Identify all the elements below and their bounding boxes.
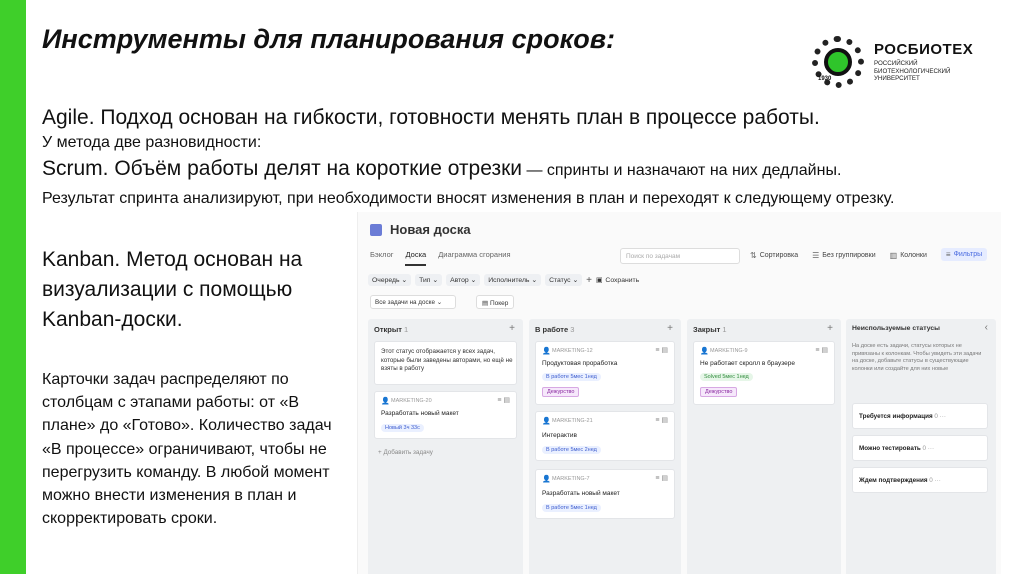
card-menu-icon[interactable]: ≡ ▤ [655,346,668,354]
logo-name: РОСБИОТЕХ [874,41,974,58]
status-badge: Новый 3ч 33с [381,424,424,432]
chip-assignee[interactable]: Исполнитель ⌄ [484,274,542,286]
board-tabs: Бэклог Доска Диаграмма сгорания [370,250,511,266]
add-task-button[interactable]: + Добавить задачу [378,449,433,456]
search-input[interactable]: Поиск по задачам [620,248,740,264]
chip-queue[interactable]: Очередь ⌄ [368,274,412,286]
subtypes-text: У метода две разновидности: [42,134,262,151]
panel-description: На доске есть задачи, статусы которых не… [852,343,982,372]
filters-label: Фильтры [953,251,983,258]
unused-status-item[interactable]: Ждем подтверждения 0 ··· [852,467,988,493]
collapse-icon[interactable]: ‹ [985,322,988,333]
logo-emblem-center [824,48,852,76]
user-icon: 👤 [381,398,390,405]
logo-year: 1930 [818,76,832,82]
tab-board[interactable]: Доска [405,250,427,266]
task-title: Интерактив [542,432,577,439]
card-menu-icon[interactable]: ≡ ▤ [655,474,668,482]
task-card[interactable]: 👤 MARKETING-21 ≡ ▤ Интерактив В работе 5… [535,411,675,461]
board-title: Новая доска [390,222,471,237]
filter-chips: Очередь ⌄ Тип ⌄ Автор ⌄ Исполнитель ⌄ Ст… [368,274,639,286]
tag-badge: Дежурство [542,387,580,397]
board-icon [370,224,382,236]
tag-badge: Дежурство [700,387,738,397]
task-id: MARKETING-21 [552,418,593,424]
column-header: Закрыт 1 [693,325,727,334]
sort-button[interactable]: ⇅ Сортировка [750,250,798,261]
tab-backlog[interactable]: Бэклог [370,250,393,266]
kanban-board-screenshot: Новая доска Бэклог Доска Диаграмма сгора… [357,212,1001,574]
university-logo: 1930 РОСБИОТЕХ Российский биотехнологиче… [812,36,992,88]
column-header: Открыт 1 [374,325,409,334]
user-icon: 👤 [700,348,709,355]
column-in-progress: В работе 3 + 👤 MARKETING-12 ≡ ▤ Продукто… [529,319,681,574]
status-badge: В работе 5мес 1нед [542,373,601,381]
filter-icon: ≡ [945,250,951,259]
column-header: В работе 3 [535,325,575,334]
user-icon: 👤 [542,418,551,425]
save-filter-button[interactable]: ▣ Сохранить [596,276,639,285]
task-card[interactable]: 👤 MARKETING-7 ≡ ▤ Разработать новый маке… [535,469,675,519]
columns-icon: ▥ [889,251,898,260]
add-card-icon[interactable]: + [827,323,833,334]
column-closed: Закрыт 1 + 👤 MARKETING-9 ≡ ▤ Не работает… [687,319,841,574]
save-icon: ▣ [596,277,603,284]
poker-button[interactable]: ▤ Покер [476,295,515,309]
task-id: MARKETING-9 [710,348,748,354]
filters-button[interactable]: ≡ Фильтры [940,248,988,261]
status-badge: Solved 5мес 1нед [700,373,753,381]
task-title: Продуктовая проработка [542,360,618,367]
accent-bar [0,0,26,574]
chip-author[interactable]: Автор ⌄ [446,274,481,286]
add-filter-icon[interactable]: + [586,275,592,286]
logo-subtitle: Российский биотехнологический университе… [874,60,951,82]
columns-button[interactable]: ▥ Колонки [890,250,927,261]
tab-burndown[interactable]: Диаграмма сгорания [438,250,510,266]
user-icon: 👤 [542,348,551,355]
board-toolbar: ⇅ Сортировка ☰ Без группировки ▥ Колонки ≡ Ф… [750,248,988,261]
columns-label: Колонки [900,252,927,259]
status-note-card: Этот статус отображается у всех задач, к… [374,341,517,385]
scrum-rest: — спринты и назначают на них дедлайны. [522,162,842,179]
task-card[interactable]: 👤 MARKETING-9 ≡ ▤ Не работает скролл в б… [693,341,835,405]
status-note: Этот статус отображается у всех задач, к… [381,348,513,372]
task-title: Разработать новый макет [381,410,459,417]
task-scope-select[interactable]: Все задачи на доске ⌄ [370,295,456,309]
panel-title: Неиспользуемые статусы [852,325,940,332]
agile-heading: Agile. Подход основан на гибкости, готов… [42,106,820,129]
chip-status[interactable]: Статус ⌄ [545,274,583,286]
unused-status-item[interactable]: Можно тестировать 0 ··· [852,435,988,461]
group-label: Без группировки [822,252,876,259]
unused-statuses-panel: Неиспользуемые статусы ‹ На доске есть з… [846,319,996,574]
task-card[interactable]: 👤 MARKETING-12 ≡ ▤ Продуктовая проработк… [535,341,675,405]
kanban-heading: Kanban. Метод основан на визуализации с … [42,248,303,331]
column-open: Открыт 1 + Этот статус отображается у вс… [368,319,523,574]
status-badge: В работе 5мес 2нед [542,446,601,454]
card-menu-icon[interactable]: ≡ ▤ [497,396,510,404]
group-icon: ☰ [812,251,820,260]
group-button[interactable]: ☰ Без группировки [812,250,876,261]
card-menu-icon[interactable]: ≡ ▤ [655,416,668,424]
result-text: Результат спринта анализируют, при необх… [42,190,895,207]
card-menu-icon[interactable]: ≡ ▤ [815,346,828,354]
task-id: MARKETING-12 [552,348,593,354]
task-id: MARKETING-7 [552,476,590,482]
unused-status-item[interactable]: Требуется информация 0 ··· [852,403,988,429]
sort-icon: ⇅ [750,251,757,260]
poker-icon: ▤ [482,300,490,307]
task-card[interactable]: 👤 MARKETING-20 ≡ ▤ Разработать новый мак… [374,391,517,439]
status-badge: В работе 5мес 1нед [542,504,601,512]
add-card-icon[interactable]: + [509,323,515,334]
slide-title: Инструменты для планирования сроков: [42,24,616,54]
chip-type[interactable]: Тип ⌄ [415,274,443,286]
user-icon: 👤 [542,476,551,483]
cards-description: Карточки задач распределяют по столбцам … [42,371,332,528]
sort-label: Сортировка [759,252,799,259]
task-title: Разработать новый макет [542,490,620,497]
scrum-heading: Scrum. Объём работы делят на короткие от… [42,157,522,180]
task-title: Не работает скролл в браузере [700,360,795,367]
scrum-line: Scrum. Объём работы делят на короткие от… [42,157,841,181]
add-card-icon[interactable]: + [667,323,673,334]
task-id: MARKETING-20 [391,398,432,404]
